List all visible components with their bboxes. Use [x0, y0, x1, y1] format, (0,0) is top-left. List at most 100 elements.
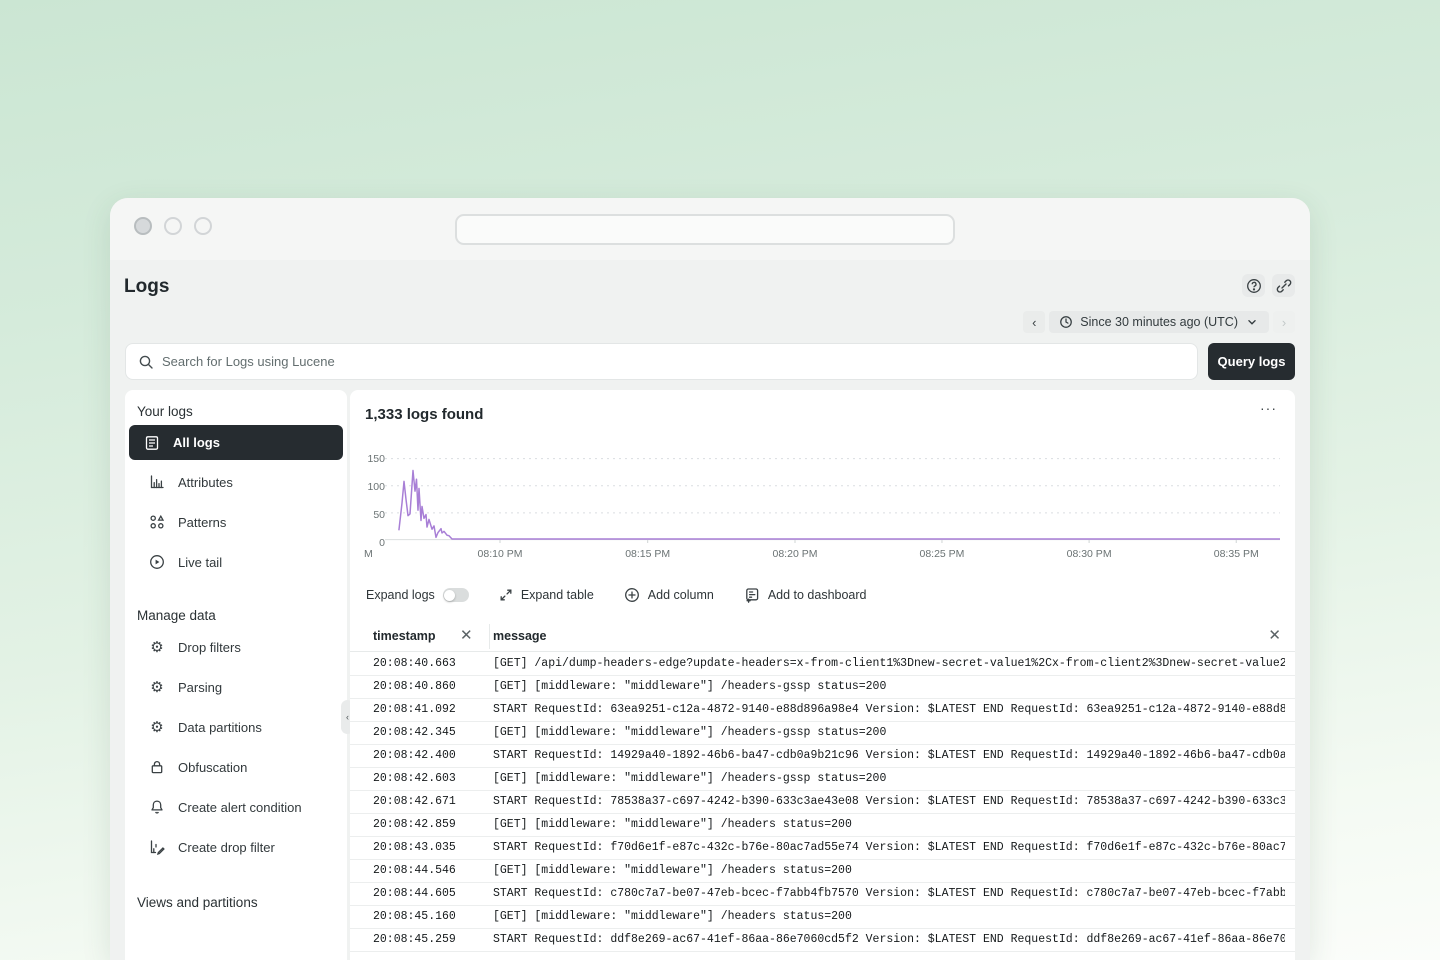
log-timestamp: 20:08:40.663: [373, 657, 456, 670]
chart-x-axis-labels: M 08:10 PM08:15 PM08:20 PM08:25 PM08:30 …: [385, 548, 1280, 562]
main-panel: 1,333 logs found ··· 150100500 M 08:10 P…: [350, 390, 1295, 960]
log-table-row[interactable]: 20:08:42.859 [GET] [middleware: "middlew…: [350, 814, 1295, 837]
log-table-row[interactable]: 20:08:42.603 [GET] [middleware: "middlew…: [350, 768, 1295, 791]
log-table-row[interactable]: 20:08:40.860 [GET] [middleware: "middlew…: [350, 676, 1295, 699]
x-axis-tick-label: 08:35 PM: [1214, 548, 1259, 560]
log-timestamp: 20:08:42.671: [373, 795, 456, 808]
chart-pencil-icon: [149, 839, 165, 855]
sidebar-item-data-partitions[interactable]: ⚙ Data partitions: [125, 707, 347, 747]
log-message: [GET] [middleware: "middleware"] /header…: [493, 864, 1285, 877]
sidebar-item-all-logs[interactable]: All logs: [129, 425, 343, 460]
url-bar[interactable]: [455, 214, 955, 245]
x-axis-tick-label: 08:25 PM: [919, 548, 964, 560]
log-timestamp: 20:08:44.546: [373, 864, 456, 877]
x-axis-tick-label: 08:15 PM: [625, 548, 670, 560]
log-timestamp: 20:08:42.400: [373, 749, 456, 762]
dashboard-add-icon: [744, 587, 760, 603]
log-message: [GET] [middleware: "middleware"] /header…: [493, 726, 1285, 739]
logs-chart-svg: [385, 445, 1280, 543]
y-axis-tick-label: 100: [367, 481, 385, 493]
app-window: Logs ‹ Since 30 minutes ago (UTC) ›: [110, 198, 1310, 960]
sidebar-item-label: Create alert condition: [178, 800, 302, 815]
log-message: [GET] [middleware: "middleware"] /header…: [493, 772, 1285, 785]
log-table-row[interactable]: 20:08:41.092 START RequestId: 63ea9251-c…: [350, 699, 1295, 722]
shapes-icon: [149, 514, 165, 530]
add-to-dashboard-label: Add to dashboard: [768, 588, 867, 602]
sidebar-item-label: Drop filters: [178, 640, 241, 655]
log-toolbar: Expand logs Expand table Add column Ad: [366, 587, 867, 603]
column-header-timestamp[interactable]: timestamp: [373, 629, 436, 643]
sidebar-heading-manage-data: Manage data: [125, 582, 347, 627]
sidebar-item-drop-filters[interactable]: ⚙ Drop filters: [125, 627, 347, 667]
time-next-button[interactable]: ›: [1273, 311, 1295, 333]
log-table-row[interactable]: 20:08:45.160 [GET] [middleware: "middlew…: [350, 906, 1295, 929]
log-table-row[interactable]: 20:08:42.671 START RequestId: 78538a37-c…: [350, 791, 1295, 814]
column-header-message[interactable]: message: [493, 629, 547, 643]
sidebar-item-label: Patterns: [178, 515, 226, 530]
chart-plot-area[interactable]: [385, 445, 1280, 543]
expand-logs-toggle[interactable]: Expand logs: [366, 588, 469, 602]
time-range-picker[interactable]: Since 30 minutes ago (UTC): [1049, 311, 1269, 333]
window-controls: [134, 217, 212, 235]
query-logs-button[interactable]: Query logs: [1208, 343, 1295, 380]
permalink-button[interactable]: [1272, 274, 1295, 297]
play-circle-icon: [149, 554, 165, 570]
log-table-row[interactable]: 20:08:40.663 [GET] /api/dump-headers-edg…: [350, 653, 1295, 676]
lock-icon: [149, 759, 165, 775]
log-message: START RequestId: 14929a40-1892-46b6-ba47…: [493, 749, 1285, 762]
sidebar-item-parsing[interactable]: ⚙ Parsing: [125, 667, 347, 707]
y-axis-tick-label: 150: [367, 453, 385, 465]
window-close-button[interactable]: [134, 217, 152, 235]
sidebar-item-create-alert-condition[interactable]: Create alert condition: [125, 787, 347, 827]
expand-icon: [499, 588, 513, 602]
logs-found-count: 1,333 logs found: [365, 406, 483, 423]
link-icon: [1276, 278, 1292, 294]
sidebar-item-label: Attributes: [178, 475, 233, 490]
sidebar-item-obfuscation[interactable]: Obfuscation: [125, 747, 347, 787]
log-table-row[interactable]: 20:08:42.345 [GET] [middleware: "middlew…: [350, 722, 1295, 745]
expand-table-button[interactable]: Expand table: [499, 588, 594, 602]
sidebar-item-live-tail[interactable]: Live tail: [125, 542, 347, 582]
sidebar-item-label: Live tail: [178, 555, 222, 570]
remove-message-column-icon[interactable]: ✕: [1268, 628, 1281, 643]
log-table-row[interactable]: 20:08:44.546 [GET] [middleware: "middlew…: [350, 860, 1295, 883]
log-message: START RequestId: c780c7a7-be07-47eb-bcec…: [493, 887, 1285, 900]
x-axis-tick-label: 08:20 PM: [773, 548, 818, 560]
x-axis-tick-label: 08:10 PM: [478, 548, 523, 560]
column-divider[interactable]: [489, 624, 490, 649]
log-timestamp: 20:08:44.605: [373, 887, 456, 900]
sidebar-item-attributes[interactable]: Attributes: [125, 462, 347, 502]
log-timestamp: 20:08:42.603: [373, 772, 456, 785]
add-column-label: Add column: [648, 588, 714, 602]
log-table-row[interactable]: 20:08:42.400 START RequestId: 14929a40-1…: [350, 745, 1295, 768]
log-timestamp: 20:08:45.259: [373, 933, 456, 946]
gear-icon: ⚙: [149, 639, 165, 655]
add-to-dashboard-button[interactable]: Add to dashboard: [744, 587, 867, 603]
time-prev-button[interactable]: ‹: [1023, 311, 1045, 333]
more-options-icon[interactable]: ···: [1260, 400, 1277, 416]
log-message: START RequestId: 78538a37-c697-4242-b390…: [493, 795, 1285, 808]
toggle-switch: [443, 588, 469, 602]
expand-logs-label: Expand logs: [366, 588, 435, 602]
search-input[interactable]: [162, 354, 1185, 369]
log-message: START RequestId: f70d6e1f-e87c-432c-b76e…: [493, 841, 1285, 854]
log-message: [GET] /api/dump-headers-edge?update-head…: [493, 657, 1285, 670]
chart-y-axis-labels: 150100500: [365, 445, 385, 543]
window-zoom-button[interactable]: [194, 217, 212, 235]
log-table-row[interactable]: 20:08:45.259 START RequestId: ddf8e269-a…: [350, 929, 1295, 952]
sidebar-item-create-drop-filter[interactable]: Create drop filter: [125, 827, 347, 867]
window-minimize-button[interactable]: [164, 217, 182, 235]
help-icon: [1246, 278, 1262, 294]
chevron-down-icon: [1245, 315, 1259, 329]
log-table-row[interactable]: 20:08:43.035 START RequestId: f70d6e1f-e…: [350, 837, 1295, 860]
log-timestamp: 20:08:42.859: [373, 818, 456, 831]
help-button[interactable]: [1242, 274, 1265, 297]
log-rows: 20:08:40.663 [GET] /api/dump-headers-edg…: [350, 653, 1295, 960]
remove-timestamp-column-icon[interactable]: ✕: [460, 628, 473, 643]
log-message: START RequestId: ddf8e269-ac67-41ef-86aa…: [493, 933, 1285, 946]
log-table-row[interactable]: 20:08:44.605 START RequestId: c780c7a7-b…: [350, 883, 1295, 906]
sidebar-item-patterns[interactable]: Patterns: [125, 502, 347, 542]
table-header: timestamp ✕ message ✕: [350, 622, 1295, 652]
gear-icon: ⚙: [149, 719, 165, 735]
add-column-button[interactable]: Add column: [624, 587, 714, 603]
